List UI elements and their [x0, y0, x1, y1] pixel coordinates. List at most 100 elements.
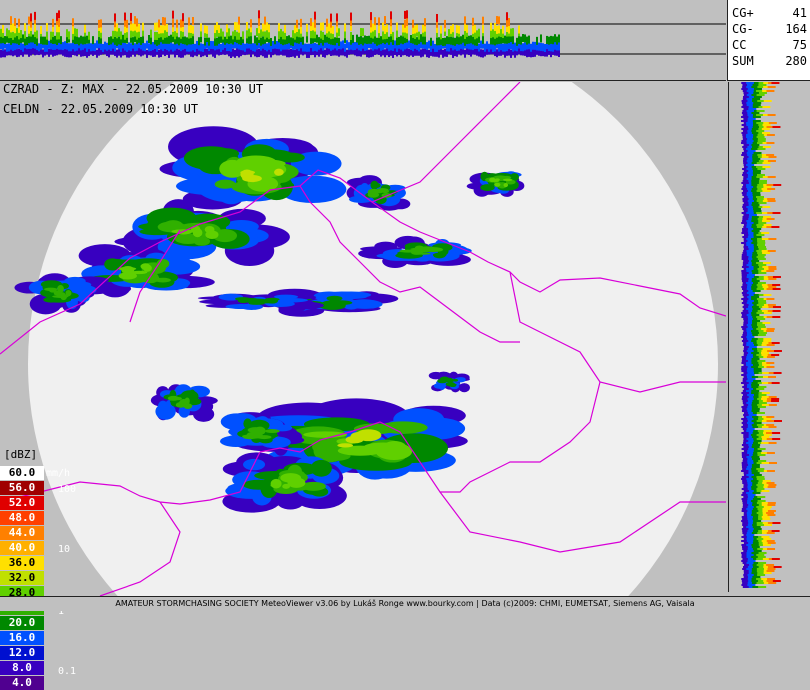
profile-row [752, 320, 761, 322]
profile-column [62, 42, 64, 51]
top-vertical-profile [0, 0, 726, 81]
radar-map[interactable]: CZRAD - Z: MAX - 22.05.2009 10:30 UT CEL… [0, 19, 727, 690]
profile-column [192, 49, 194, 58]
side-profile-plot [741, 82, 782, 588]
profile-column [480, 49, 482, 58]
profile-row [766, 142, 775, 144]
profile-column [92, 36, 94, 45]
profile-row [753, 520, 762, 522]
radar-map-canvas[interactable] [0, 19, 727, 690]
profile-column [64, 48, 66, 57]
profile-column [450, 36, 452, 45]
profile-row [766, 330, 775, 332]
profile-row [757, 148, 766, 150]
profile-column [2, 24, 4, 33]
profile-row [773, 420, 782, 422]
profile-column [130, 12, 132, 21]
profile-column [28, 25, 30, 34]
profile-column [74, 36, 76, 45]
profile-row [756, 524, 765, 526]
profile-column [502, 43, 504, 52]
profile-row [751, 546, 760, 548]
profile-row [768, 404, 777, 406]
profile-row [752, 194, 761, 196]
profile-row [746, 90, 755, 92]
profile-row [767, 200, 776, 202]
profile-column [58, 41, 60, 50]
profile-row [753, 528, 762, 530]
profile-column [514, 42, 516, 51]
profile-column [372, 42, 374, 51]
profile-column [268, 31, 270, 40]
profile-row [757, 242, 766, 244]
profile-row [761, 232, 770, 234]
profile-row [772, 276, 781, 278]
profile-row [746, 430, 755, 432]
profile-row [752, 120, 761, 122]
profile-row [756, 468, 765, 470]
profile-column [444, 48, 446, 57]
profile-column [44, 36, 46, 45]
profile-column [158, 19, 160, 28]
radar-echo [192, 228, 203, 238]
profile-column [322, 22, 324, 31]
profile-column [476, 30, 478, 39]
profile-row [772, 310, 781, 312]
profile-column [456, 36, 458, 45]
profile-column [444, 19, 446, 28]
profile-column [98, 19, 100, 28]
profile-column [188, 24, 190, 33]
profile-column [316, 43, 318, 52]
profile-column [404, 19, 406, 28]
profile-column [172, 10, 174, 19]
profile-column [488, 43, 490, 52]
profile-row [756, 94, 765, 96]
radar-echo [273, 303, 290, 307]
profile-column [2, 42, 4, 51]
profile-column [544, 43, 546, 52]
profile-row [741, 476, 750, 478]
stat-value: 75 [792, 38, 807, 52]
profile-column [390, 11, 392, 20]
profile-row [767, 160, 776, 162]
profile-column [10, 16, 12, 25]
profile-row [747, 560, 756, 562]
profile-row [746, 140, 755, 142]
profile-column [346, 49, 348, 58]
profile-row [756, 174, 765, 176]
radar-echo [270, 478, 282, 489]
profile-column [258, 25, 260, 34]
radar-echo [266, 298, 279, 304]
profile-row [751, 392, 760, 394]
profile-column [456, 25, 458, 34]
profile-column [210, 40, 212, 49]
profile-row [751, 180, 760, 182]
profile-column [224, 46, 226, 55]
profile-column [86, 43, 88, 52]
profile-row [756, 570, 765, 572]
profile-column [136, 18, 138, 27]
profile-row [746, 428, 755, 430]
profile-row [751, 306, 760, 308]
profile-column [360, 28, 362, 37]
profile-row [772, 126, 781, 128]
profile-row [741, 128, 750, 130]
profile-column [350, 12, 352, 21]
profile-column [446, 43, 448, 52]
profile-column [312, 43, 314, 52]
profile-column [308, 43, 310, 52]
profile-row [771, 530, 780, 532]
radar-echo [252, 299, 268, 304]
profile-column [470, 48, 472, 57]
profile-column [534, 41, 536, 50]
profile-column [364, 35, 366, 44]
profile-column [40, 25, 42, 34]
profile-column [8, 30, 10, 39]
profile-column [216, 22, 218, 31]
profile-row [753, 210, 762, 212]
profile-column [248, 35, 250, 44]
profile-column [214, 25, 216, 34]
profile-column [130, 43, 132, 52]
profile-column [222, 41, 224, 50]
profile-row [746, 374, 755, 376]
